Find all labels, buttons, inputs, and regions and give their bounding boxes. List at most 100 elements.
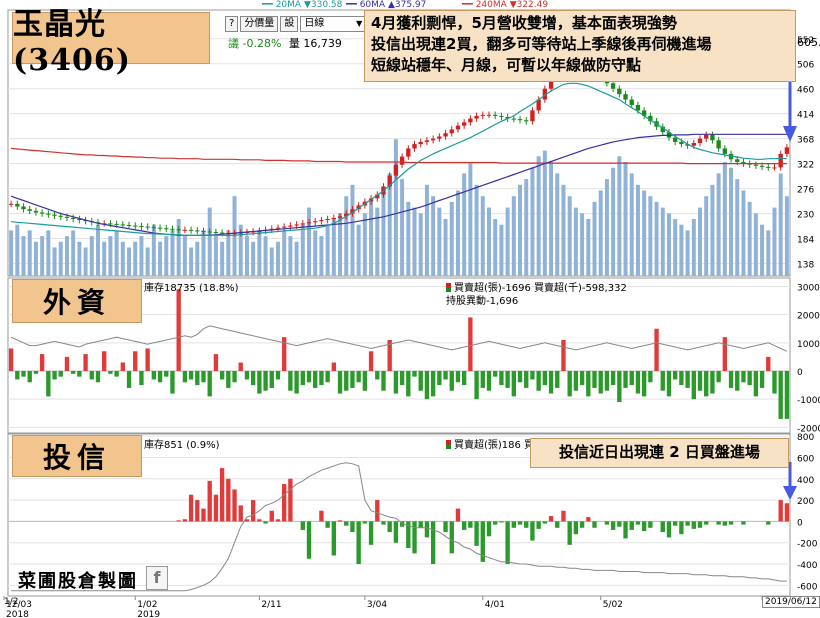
- trust-bar: [685, 521, 690, 526]
- ma20-value: 330.58: [310, 0, 343, 10]
- trust-bar: [784, 503, 790, 522]
- foreign-bar: [573, 371, 579, 391]
- foreign-bar: [244, 371, 250, 380]
- price-info-fragment: 議: [228, 37, 239, 50]
- foreign-tick-label: 3000: [797, 283, 820, 293]
- foreign-bar: [207, 371, 212, 397]
- trust-bar: [766, 521, 771, 525]
- candle-body: [784, 147, 790, 154]
- date-sub-label: 2018: [6, 610, 29, 618]
- foreign-bar: [64, 356, 70, 371]
- question-icon[interactable]: ?: [225, 16, 239, 32]
- foreign-bar: [232, 371, 237, 383]
- trust-bar: [250, 500, 256, 522]
- candle-body: [629, 99, 634, 105]
- candle-body: [15, 203, 20, 207]
- foreign-bar: [319, 371, 324, 386]
- candle-body: [759, 165, 765, 167]
- candle-body: [64, 216, 70, 218]
- candle-body: [33, 210, 39, 213]
- candle-body: [176, 229, 181, 231]
- volume-bar: [747, 201, 752, 276]
- foreign-bar: [555, 371, 560, 388]
- trust-bar: [393, 521, 399, 543]
- foreign-bar: [170, 371, 175, 394]
- buysell-swatch: [446, 440, 451, 449]
- volume-bar: [778, 173, 783, 276]
- foreign-bar: [39, 354, 45, 371]
- foreign-bar: [33, 371, 39, 374]
- candle-body: [722, 148, 728, 154]
- foreign-bar: [753, 371, 759, 397]
- foreign-bar: [114, 371, 119, 377]
- price-note-box: 4月獲利剽悍，5月營收雙增，基本面表現強勢 投信出現連2買，翻多可等待站上季線後…: [364, 10, 796, 82]
- foreign-bar: [468, 317, 473, 371]
- trust-tick-label: 400: [797, 476, 814, 486]
- trust-bar: [412, 521, 417, 554]
- candle-body: [306, 222, 312, 224]
- foreign-bar: [331, 362, 337, 371]
- trust-bar: [524, 521, 529, 528]
- foreign-holding-line: [10, 325, 788, 352]
- trust-bar: [306, 521, 312, 559]
- trust-bar: [493, 521, 498, 525]
- foreign-bar: [666, 371, 672, 397]
- candle-body: [443, 133, 448, 137]
- volume-bar: [580, 213, 585, 276]
- analysis-button[interactable]: 分價量: [240, 16, 279, 32]
- trust-bar: [548, 516, 554, 522]
- foreign-bar: [635, 371, 641, 394]
- candle-body: [145, 226, 150, 228]
- foreign-bar: [561, 340, 566, 371]
- trust-bar: [604, 521, 610, 525]
- trust-bar: [344, 521, 349, 526]
- foreign-bar: [381, 371, 386, 391]
- foreign-bar: [623, 371, 628, 388]
- candle-body: [58, 215, 63, 217]
- foreign-bar: [704, 371, 709, 397]
- date-label: 1/02: [137, 600, 157, 610]
- candle-body: [772, 167, 777, 169]
- trust-bar: [461, 521, 467, 530]
- settings-button[interactable]: 設: [280, 16, 299, 32]
- trust-bar: [536, 521, 541, 529]
- trust-bar: [424, 521, 430, 538]
- candle-body: [319, 220, 324, 222]
- trust-holding: 庫存851 (0.9%): [144, 440, 220, 451]
- volume-bar: [269, 247, 274, 276]
- date-label: 2/11: [261, 600, 281, 610]
- candle-body: [511, 118, 516, 120]
- candle-body: [610, 83, 616, 89]
- trust-bar: [219, 468, 225, 522]
- foreign-bar: [461, 371, 467, 386]
- foreign-bar: [604, 371, 610, 391]
- candle-body: [219, 232, 225, 234]
- foreign-bar: [536, 371, 541, 391]
- foreign-bar: [486, 371, 492, 391]
- foreign-bar: [741, 371, 746, 383]
- volume-bar: [338, 213, 343, 276]
- foreign-bar: [511, 371, 516, 397]
- candle-body: [188, 229, 194, 231]
- volume-bar: [691, 219, 696, 276]
- trust-bar: [660, 521, 665, 533]
- foreign-bar: [288, 371, 293, 391]
- foreign-bar: [70, 371, 76, 374]
- candle-body: [735, 159, 740, 162]
- volume-bar: [89, 236, 94, 276]
- foreign-bar: [679, 371, 684, 386]
- volume-bar: [400, 179, 405, 276]
- volume-bar: [586, 219, 591, 276]
- trust-bar: [629, 521, 634, 530]
- foreign-bar: [344, 371, 349, 391]
- foreign-bar: [219, 371, 225, 380]
- foreign-bar: [399, 371, 405, 386]
- candle-body: [139, 226, 144, 228]
- period-select[interactable]: 日線 ▼: [300, 16, 367, 32]
- ma-legend-60: ━━ 60MA ▲375.97: [346, 0, 427, 10]
- candle-body: [455, 125, 461, 130]
- volume-bar: [356, 224, 361, 276]
- volume-bar: [623, 162, 628, 276]
- trust-bar: [728, 521, 734, 525]
- volume-bar: [443, 219, 448, 276]
